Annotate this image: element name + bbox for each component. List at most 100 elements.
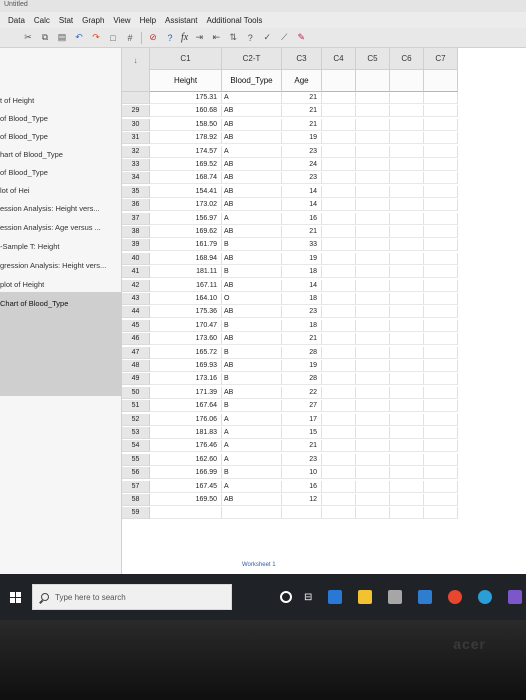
undo-icon[interactable]: ↶ [73,32,85,44]
cell-c2[interactable]: A [222,453,282,466]
graph-icon[interactable]: ✓ [261,32,273,44]
paste-icon[interactable]: ▤ [56,32,68,44]
row-number[interactable]: 57 [122,480,150,493]
cell-c5[interactable] [356,132,390,145]
cell-c3[interactable]: 27 [282,400,322,413]
cell-c6[interactable] [390,480,424,493]
cell-c7[interactable] [424,306,458,319]
cell-c5[interactable] [356,346,390,359]
cell-c6[interactable] [390,239,424,252]
row-number[interactable]: 45 [122,319,150,332]
cell-c4[interactable] [322,266,356,279]
menu-view[interactable]: View [113,16,130,25]
column-name-c2[interactable]: Blood_Type [222,70,282,92]
cell-c2[interactable]: AB [222,333,282,346]
cell-c1[interactable]: 170.47 [150,319,222,332]
cell-c7[interactable] [424,118,458,131]
nav-item[interactable]: of Blood_Type [0,168,48,177]
column-header-c2[interactable]: C2-T [222,48,282,70]
cell-c4[interactable] [322,494,356,506]
cell-c7[interactable] [424,333,458,346]
cell-c5[interactable] [356,252,390,265]
cell-c1[interactable]: 165.72 [150,346,222,359]
cell-c3[interactable]: 23 [282,172,322,185]
pen-icon[interactable]: ✎ [295,32,307,44]
cell-c5[interactable] [356,360,390,372]
cell-c7[interactable] [424,360,458,372]
cell-c5[interactable] [356,105,390,118]
row-number[interactable]: 39 [122,239,150,252]
worksheet-grid[interactable]: ↓ C1 Height C2-T Blood_Type C3 Age C4 C5 C6 C7 175… [122,48,526,574]
cell-c1[interactable]: 181.83 [150,427,222,439]
cell-c3[interactable]: 24 [282,159,322,171]
cell-c4[interactable] [322,440,356,453]
column-header-c5[interactable]: C5 [356,48,390,70]
cell-c4[interactable] [322,159,356,171]
cell-c4[interactable] [322,400,356,413]
cell-c1[interactable]: 169.62 [150,226,222,238]
cell-c6[interactable] [390,226,424,238]
cell-c2[interactable]: AB [222,252,282,265]
cell-c3[interactable]: 14 [282,199,322,212]
cell-c7[interactable] [424,453,458,466]
row-number[interactable]: 36 [122,199,150,212]
cell-c5[interactable] [356,226,390,238]
cell-c6[interactable] [390,159,424,171]
row-number[interactable]: 35 [122,185,150,198]
row-number[interactable]: 31 [122,132,150,145]
cell-c6[interactable] [390,413,424,426]
sort-icon[interactable]: ⇅ [227,32,239,44]
nav-item[interactable]: of Blood_Type [0,114,48,123]
cell-c5[interactable] [356,427,390,439]
cell-c5[interactable] [356,279,390,292]
nav-item[interactable]: of Blood_Type [0,132,48,141]
cell-c1[interactable]: 175.31 [150,92,222,104]
cell-c5[interactable] [356,172,390,185]
row-number[interactable] [122,92,150,104]
cell-c2[interactable]: AB [222,199,282,212]
cell-c5[interactable] [356,239,390,252]
cell-c4[interactable] [322,145,356,158]
cell-c2[interactable]: AB [222,226,282,238]
cell-c5[interactable] [356,333,390,346]
cell-c4[interactable] [322,467,356,480]
cell-c1[interactable]: 168.74 [150,172,222,185]
cell-c5[interactable] [356,467,390,480]
taskbar-app-icon[interactable] [478,590,493,604]
row-number[interactable]: 52 [122,413,150,426]
taskbar-app-icon[interactable] [358,590,373,604]
cell-c1[interactable]: 168.94 [150,252,222,265]
cortana-icon[interactable] [280,591,292,603]
cell-c4[interactable] [322,185,356,198]
taskbar-search[interactable]: Type here to search [32,584,232,610]
cell-c5[interactable] [356,266,390,279]
stat-icon[interactable]: ? [244,32,256,44]
stop-icon[interactable]: ⊘ [147,32,159,44]
menu-additional-tools[interactable]: Additional Tools [207,16,263,25]
row-number[interactable]: 29 [122,105,150,118]
cell-c3[interactable]: 18 [282,319,322,332]
cell-c1[interactable]: 178.92 [150,132,222,145]
row-number[interactable]: 34 [122,172,150,185]
cell-c6[interactable] [390,467,424,480]
cell-c4[interactable] [322,480,356,493]
row-number[interactable]: 56 [122,467,150,480]
cell-c1[interactable]: 176.06 [150,413,222,426]
cell-c6[interactable] [390,266,424,279]
cell-c3[interactable]: 21 [282,105,322,118]
cell-c2[interactable] [222,507,282,520]
cell-c2[interactable]: B [222,346,282,359]
cell-c2[interactable]: AB [222,494,282,506]
cell-c1[interactable]: 167.45 [150,480,222,493]
row-number[interactable]: 47 [122,346,150,359]
cell-c3[interactable]: 21 [282,92,322,104]
nav-item[interactable]: hart of Blood_Type [0,150,63,159]
cell-c3[interactable]: 23 [282,145,322,158]
cell-c2[interactable]: B [222,373,282,386]
taskbar-app-icon[interactable] [508,590,523,604]
row-number[interactable]: 44 [122,306,150,319]
cell-c5[interactable] [356,92,390,104]
sheet-corner[interactable]: ↓ [122,48,150,92]
cell-c4[interactable] [322,306,356,319]
cell-c1[interactable]: 154.41 [150,185,222,198]
